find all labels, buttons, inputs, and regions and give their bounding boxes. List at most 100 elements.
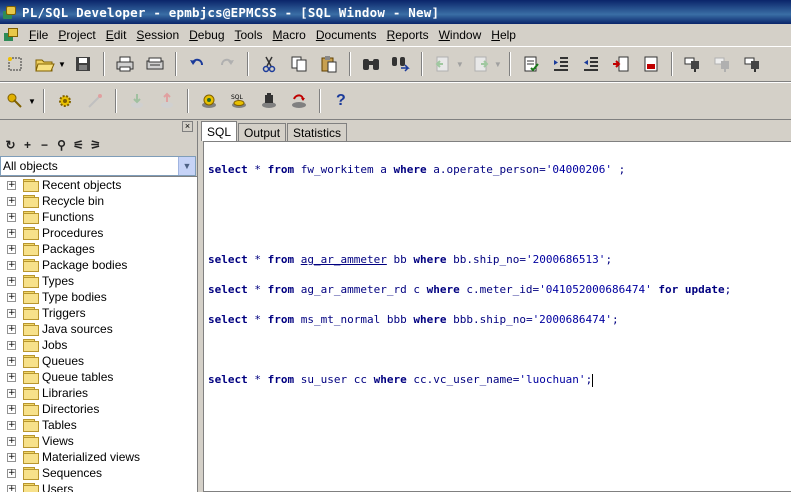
menu-project[interactable]: Project bbox=[53, 28, 100, 42]
expand-plus-icon[interactable]: + bbox=[7, 388, 16, 398]
tab-sql[interactable]: SQL bbox=[201, 121, 238, 141]
expand-plus-icon[interactable]: + bbox=[7, 180, 16, 190]
forward-dropdown-icon[interactable]: ▼ bbox=[494, 60, 502, 69]
tree-item[interactable]: + Triggers bbox=[0, 305, 197, 321]
print-preview-icon[interactable] bbox=[143, 52, 167, 76]
fullscreen-icon[interactable] bbox=[609, 52, 633, 76]
wand-icon[interactable] bbox=[83, 89, 107, 113]
find-icon[interactable] bbox=[359, 52, 383, 76]
menu-session[interactable]: Session bbox=[131, 28, 184, 42]
expand-plus-icon[interactable]: + bbox=[7, 260, 16, 270]
tree-item[interactable]: + Types bbox=[0, 273, 197, 289]
tree-item[interactable]: + Type bodies bbox=[0, 289, 197, 305]
expand-plus-icon[interactable]: + bbox=[7, 372, 16, 382]
tree-item[interactable]: + Users bbox=[0, 481, 197, 492]
expand-plus-icon[interactable]: + bbox=[7, 404, 16, 414]
unindent-icon[interactable] bbox=[579, 52, 603, 76]
tree-item[interactable]: + Views bbox=[0, 433, 197, 449]
download-icon[interactable] bbox=[125, 89, 149, 113]
menu-macro[interactable]: Macro bbox=[268, 28, 311, 42]
tree-item[interactable]: + Packages bbox=[0, 241, 197, 257]
binoculars-icon[interactable]: ⚲ bbox=[53, 138, 70, 152]
expand-plus-icon[interactable]: + bbox=[7, 228, 16, 238]
expand-plus-icon[interactable]: + bbox=[7, 452, 16, 462]
tree-item[interactable]: + Java sources bbox=[0, 321, 197, 337]
back-dropdown-icon[interactable]: ▼ bbox=[456, 60, 464, 69]
open-icon[interactable] bbox=[33, 52, 57, 76]
filter-icon[interactable]: ⚟ bbox=[70, 138, 87, 152]
menu-documents[interactable]: Documents bbox=[311, 28, 382, 42]
expand-plus-icon[interactable]: + bbox=[7, 292, 16, 302]
back-icon[interactable] bbox=[431, 52, 455, 76]
expand-plus-icon[interactable]: + bbox=[7, 420, 16, 430]
tree-item[interactable]: + Libraries bbox=[0, 385, 197, 401]
tree-item[interactable]: + Directories bbox=[0, 401, 197, 417]
commit-icon[interactable] bbox=[257, 89, 281, 113]
cut-icon[interactable] bbox=[257, 52, 281, 76]
comment-icon[interactable] bbox=[519, 52, 543, 76]
db-connect-icon[interactable] bbox=[197, 89, 221, 113]
minus-icon[interactable]: − bbox=[36, 138, 53, 152]
expand-plus-icon[interactable]: + bbox=[7, 356, 16, 366]
object-filter-select[interactable]: All objects ▼ bbox=[0, 156, 196, 176]
menu-debug[interactable]: Debug bbox=[184, 28, 229, 42]
open-dropdown-icon[interactable]: ▼ bbox=[58, 60, 66, 69]
tree-item[interactable]: + Materialized views bbox=[0, 449, 197, 465]
tree-item[interactable]: + Sequences bbox=[0, 465, 197, 481]
menu-tools[interactable]: Tools bbox=[230, 28, 268, 42]
menu-edit[interactable]: Edit bbox=[101, 28, 132, 42]
tree-item[interactable]: + Tables bbox=[0, 417, 197, 433]
filter-edit-icon[interactable]: ⚞ bbox=[87, 138, 104, 152]
table-identifier[interactable]: ag_ar_ammeter bbox=[301, 253, 387, 266]
new-icon[interactable] bbox=[3, 52, 27, 76]
tree-item[interactable]: + Recycle bin bbox=[0, 193, 197, 209]
expand-plus-icon[interactable]: + bbox=[7, 196, 16, 206]
close-icon[interactable]: × bbox=[182, 121, 193, 132]
gear-icon[interactable] bbox=[53, 89, 77, 113]
undo-icon[interactable] bbox=[185, 52, 209, 76]
paste-icon[interactable] bbox=[317, 52, 341, 76]
indent-icon[interactable] bbox=[549, 52, 573, 76]
forward-icon[interactable] bbox=[469, 52, 493, 76]
key-icon[interactable] bbox=[3, 89, 27, 113]
chevron-down-icon[interactable]: ▼ bbox=[178, 157, 195, 175]
expand-plus-icon[interactable]: + bbox=[7, 308, 16, 318]
plus-icon[interactable]: + bbox=[19, 138, 36, 152]
tab-output[interactable]: Output bbox=[238, 123, 287, 141]
exec-icon[interactable] bbox=[711, 52, 735, 76]
expand-plus-icon[interactable]: + bbox=[7, 324, 16, 334]
tree-item[interactable]: + Package bodies bbox=[0, 257, 197, 273]
upload-icon[interactable] bbox=[155, 89, 179, 113]
menu-window[interactable]: Window bbox=[434, 28, 487, 42]
redo-icon[interactable] bbox=[215, 52, 239, 76]
help-icon[interactable]: ? bbox=[329, 89, 353, 113]
tree-item[interactable]: + Queue tables bbox=[0, 369, 197, 385]
expand-plus-icon[interactable]: + bbox=[7, 276, 16, 286]
tree-item[interactable]: + Jobs bbox=[0, 337, 197, 353]
save-icon[interactable] bbox=[71, 52, 95, 76]
menu-reports[interactable]: Reports bbox=[382, 28, 434, 42]
expand-plus-icon[interactable]: + bbox=[7, 212, 16, 222]
tab-statistics[interactable]: Statistics bbox=[287, 123, 348, 141]
menu-file[interactable]: File bbox=[24, 28, 53, 42]
menu-help[interactable]: Help bbox=[486, 28, 521, 42]
tree-item[interactable]: + Functions bbox=[0, 209, 197, 225]
record-icon[interactable] bbox=[639, 52, 663, 76]
copy-icon[interactable] bbox=[287, 52, 311, 76]
expand-plus-icon[interactable]: + bbox=[7, 484, 16, 492]
expand-plus-icon[interactable]: + bbox=[7, 244, 16, 254]
rollback-icon[interactable] bbox=[287, 89, 311, 113]
expand-plus-icon[interactable]: + bbox=[7, 436, 16, 446]
sql-editor[interactable]: select * from fw_workitem a where a.oper… bbox=[203, 141, 791, 492]
find-replace-icon[interactable] bbox=[389, 52, 413, 76]
next-icon[interactable] bbox=[741, 52, 765, 76]
expand-plus-icon[interactable]: + bbox=[7, 340, 16, 350]
tree-item[interactable]: + Recent objects bbox=[0, 177, 197, 193]
tree-item[interactable]: + Queues bbox=[0, 353, 197, 369]
tree-item[interactable]: + Procedures bbox=[0, 225, 197, 241]
print-icon[interactable] bbox=[113, 52, 137, 76]
document-icon[interactable] bbox=[4, 27, 20, 43]
key-dropdown-icon[interactable]: ▼ bbox=[28, 97, 36, 106]
sql-icon[interactable]: SQL bbox=[227, 89, 251, 113]
sql-code[interactable]: select * from fw_workitem a where a.oper… bbox=[208, 147, 731, 417]
